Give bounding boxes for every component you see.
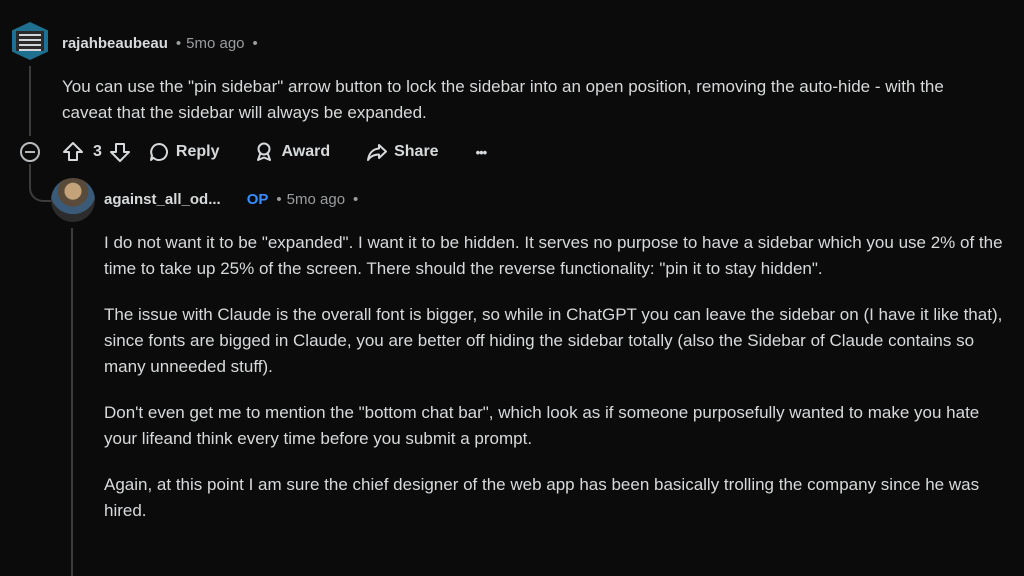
comment-paragraph: The issue with Claude is the overall fon… [104,305,1003,376]
comment-header: against_all_od... OP • 5mo ago • [104,191,358,208]
more-options-button[interactable]: ••• [476,145,488,160]
reply-connector [29,164,53,202]
comment-bubble-icon [148,141,170,163]
comment-action-bar: 3 Reply Award Share ••• [62,141,488,163]
vote-count: 3 [93,143,102,160]
separator-dot: • [353,191,359,208]
op-badge: OP [246,191,269,208]
award-button[interactable]: Award [253,141,330,163]
award-icon [253,141,275,163]
comment-timestamp[interactable]: 5mo ago [186,35,244,52]
share-button[interactable]: Share [366,141,439,163]
share-label: Share [394,143,439,160]
comment-paragraph: Again, at this point I am sure the chief… [104,475,980,520]
thread-line[interactable] [71,228,73,576]
downvote-icon[interactable] [109,141,131,163]
share-arrow-icon [366,141,388,163]
thread-line[interactable] [29,66,31,136]
separator-dot: • [252,35,258,52]
user-avatar-rajahbeaubeau[interactable] [12,22,48,60]
comment-body: You can use the "pin sidebar" arrow butt… [62,77,944,122]
upvote-icon[interactable] [62,141,84,163]
comment-paragraph: I do not want it to be "expanded". I wan… [104,233,1003,278]
separator-dot: • [276,191,282,208]
comment-paragraph: Don't even get me to mention the "bottom… [104,403,980,448]
collapse-minus-icon[interactable] [20,142,40,162]
reply-label: Reply [175,143,220,160]
comment-body: I do not want it to be "expanded". I wan… [104,230,1004,524]
username-link[interactable]: against_all_od... [104,191,221,208]
separator-dot: • [175,35,182,52]
username-link[interactable]: rajahbeaubeau [62,35,168,52]
user-avatar-against-all-odds[interactable] [51,178,95,222]
award-label: Award [281,143,331,160]
comment-header: rajahbeaubeau • 5mo ago • [62,35,258,52]
reply-button[interactable]: Reply [148,141,220,163]
comment-timestamp[interactable]: 5mo ago [287,191,345,208]
